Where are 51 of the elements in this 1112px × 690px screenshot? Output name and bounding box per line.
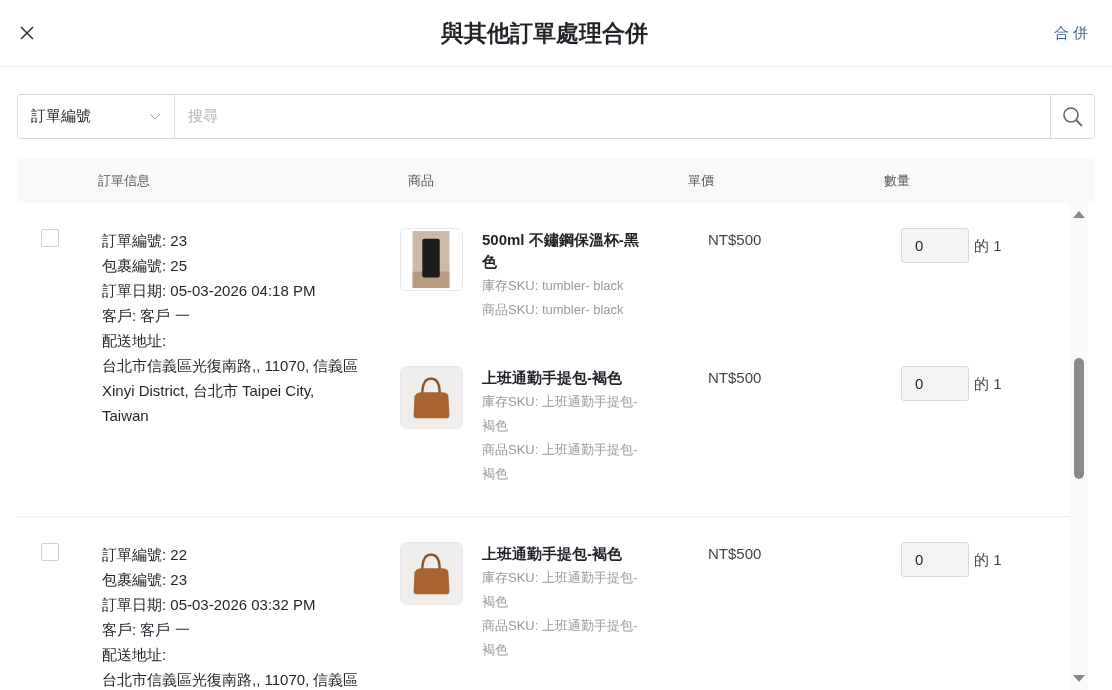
tumbler-photo xyxy=(400,228,463,291)
order-info-line: 客戶: 客戶 一 xyxy=(102,620,191,640)
scroll-down-icon[interactable] xyxy=(1073,675,1085,683)
order-info-line: 客戶: 客戶 一 xyxy=(102,306,191,326)
unit-price: NT$500 xyxy=(708,230,763,250)
unit-price: NT$500 xyxy=(708,544,763,564)
product-sku: 商品SKU: tumbler- black xyxy=(482,301,625,319)
order-info-line: 配送地址: xyxy=(102,645,168,665)
search-button[interactable] xyxy=(1050,94,1095,139)
order-info-line: 訂單日期: 05-03-2026 03:32 PM xyxy=(102,595,317,615)
row-checkbox[interactable] xyxy=(41,543,59,561)
handbag-photo xyxy=(400,366,463,429)
product-name: 上班通勤手提包-褐色 xyxy=(482,544,623,564)
product-sku: 商品SKU: 上班通勤手提包-褐色 xyxy=(482,617,639,659)
shipping-address: 台北市信義區光復南路,, 11070, 信義區 xyxy=(102,670,360,690)
row-checkbox[interactable] xyxy=(41,229,59,247)
dialog-title: 與其他訂單處理合併 xyxy=(441,18,649,48)
column-header: 單價 xyxy=(688,172,715,191)
order-info-line: 訂單編號: 23 xyxy=(102,231,189,251)
quantity-total: 的 1 xyxy=(974,550,1002,570)
stock-sku: 庫存SKU: 上班通勤手提包-褐色 xyxy=(482,393,639,435)
stock-sku: 庫存SKU: tumbler- black xyxy=(482,277,625,295)
quantity-field[interactable]: 0 xyxy=(901,542,969,577)
close-icon xyxy=(19,25,35,41)
column-header: 商品 xyxy=(408,172,435,191)
order-info-line: 訂單編號: 22 xyxy=(102,545,189,565)
order-info-line: 配送地址: xyxy=(102,331,168,351)
search-icon xyxy=(1061,105,1084,128)
filter-dropdown[interactable]: 訂單編號 xyxy=(17,94,175,139)
column-header: 訂單信息 xyxy=(98,172,151,191)
product-sku: 商品SKU: 上班通勤手提包-褐色 xyxy=(482,441,639,483)
order-info-line: 訂單日期: 05-03-2026 04:18 PM xyxy=(102,281,317,301)
product-name: 500ml 不鏽鋼保溫杯-黑色 xyxy=(482,230,640,272)
unit-price: NT$500 xyxy=(708,368,763,388)
quantity-total: 的 1 xyxy=(974,236,1002,256)
scroll-up-icon[interactable] xyxy=(1073,210,1085,218)
handbag-photo xyxy=(400,542,463,605)
quantity-total: 的 1 xyxy=(974,374,1002,394)
scrollbar-thumb[interactable] xyxy=(1074,358,1084,479)
column-header: 數量 xyxy=(884,172,910,191)
quantity-field[interactable]: 0 xyxy=(901,228,969,263)
product-name: 上班通勤手提包-褐色 xyxy=(482,368,623,388)
order-info-line: 包裹編號: 23 xyxy=(102,570,189,590)
search-field[interactable]: 搜尋 xyxy=(175,94,1050,139)
shipping-address: 台北市信義區光復南路,, 11070, 信義區 Xinyi District, 台北市 Taipei City, Taiwan xyxy=(102,356,360,426)
chevron-down-icon xyxy=(149,112,161,121)
quantity-field[interactable]: 0 xyxy=(901,366,969,401)
close-button[interactable] xyxy=(18,24,36,42)
merge-button[interactable]: 合 併 xyxy=(1053,21,1094,45)
order-info-line: 包裹編號: 25 xyxy=(102,256,189,276)
stock-sku: 庫存SKU: 上班通勤手提包-褐色 xyxy=(482,569,639,611)
